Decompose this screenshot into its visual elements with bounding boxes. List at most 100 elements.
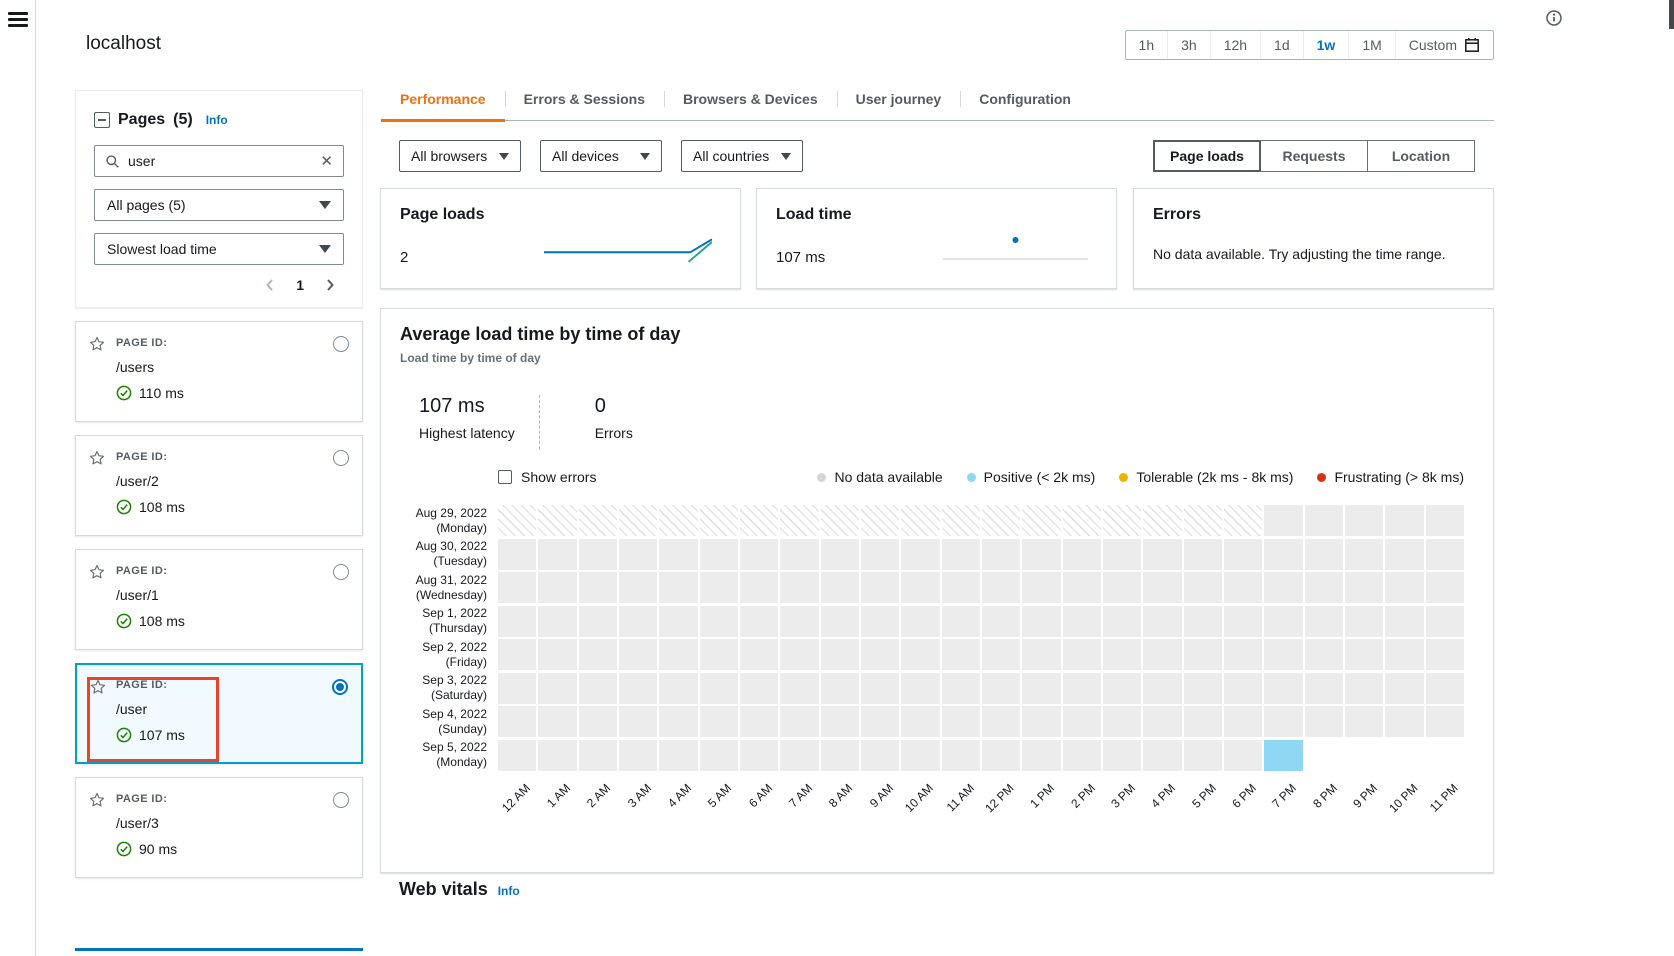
heatmap-cell [780, 538, 819, 570]
page-list-item[interactable]: PAGE ID: /user/2 108 ms [75, 435, 363, 536]
heatmap-cell [578, 639, 617, 670]
stats-divider [538, 395, 540, 449]
star-icon[interactable] [89, 564, 105, 580]
heatmap-cell [1223, 672, 1263, 704]
page-list-item-selected[interactable]: PAGE ID: /user 107 ms [75, 663, 363, 764]
custom-label: Custom [1408, 37, 1457, 53]
star-icon[interactable] [89, 336, 105, 352]
x-axis-label: 5 AM [705, 780, 735, 810]
heatmap-cell [1385, 505, 1424, 536]
page-radio-button[interactable] [333, 564, 349, 580]
browsers-filter-select[interactable]: All browsers [399, 140, 521, 172]
page-radio-button-selected[interactable] [332, 679, 348, 695]
countries-filter-select[interactable]: All countries [681, 140, 803, 172]
x-axis-label: 12 AM [499, 780, 534, 815]
time-option-3h[interactable]: 3h [1168, 31, 1211, 59]
tab-user-journey[interactable]: User journey [836, 78, 961, 120]
page-list-item[interactable]: PAGE ID: /user/3 90 ms [75, 777, 363, 878]
hamburger-menu-icon[interactable] [8, 12, 28, 28]
chevron-down-icon [319, 245, 331, 253]
heatmap-cell [820, 739, 859, 771]
heatmap-cell [1304, 639, 1343, 670]
heatmap-cell [820, 538, 859, 570]
time-option-custom[interactable]: Custom [1396, 31, 1493, 59]
heatmap-cell [820, 672, 859, 704]
heatmap: Aug 29, 2022 (Monday) Aug 30, 2022 (Tuesday… [400, 505, 1464, 827]
heatmap-cell [538, 538, 577, 570]
status-success-icon [116, 613, 132, 629]
heatmap-cell [699, 706, 738, 737]
show-errors-toggle[interactable]: Show errors [498, 469, 596, 485]
heatmap-cell [1062, 605, 1101, 637]
info-icon[interactable] [1546, 10, 1562, 26]
devices-filter-select[interactable]: All devices [540, 140, 662, 172]
heatmap-cell [1344, 706, 1384, 737]
heatmap-cell [538, 605, 577, 637]
tab-configuration[interactable]: Configuration [960, 78, 1090, 120]
heatmap-cell [1223, 706, 1263, 737]
page-list-item[interactable]: PAGE ID: /users 110 ms [75, 321, 363, 422]
heatmap-cell [1022, 572, 1061, 603]
toggle-location[interactable]: Location [1367, 140, 1475, 172]
heatmap-cell [860, 605, 900, 637]
tab-performance[interactable]: Performance [381, 78, 505, 122]
page-id-label: PAGE ID: [116, 337, 168, 349]
heatmap-cell [1143, 505, 1182, 536]
previous-page-button[interactable] [262, 277, 278, 293]
heatmap-cell [498, 505, 537, 536]
pages-search-input[interactable] [128, 153, 313, 169]
card-value: 2 [400, 249, 409, 266]
scrollbar-thumb[interactable] [1669, 0, 1674, 29]
heatmap-cell [941, 605, 980, 637]
heatmap-cell [901, 505, 940, 536]
toggle-page-loads[interactable]: Page loads [1153, 140, 1261, 172]
heatmap-cell [941, 572, 980, 603]
heatmap-cell [1305, 740, 1343, 771]
errors-count-value: 0 [594, 395, 606, 417]
card-title: Load time [776, 206, 852, 223]
star-icon[interactable] [89, 792, 105, 808]
page-latency: 110 ms [116, 385, 348, 401]
pages-info-link[interactable]: Info [206, 113, 228, 127]
web-vitals-info-link[interactable]: Info [498, 884, 520, 898]
star-icon[interactable] [90, 679, 106, 695]
next-page-button[interactable] [322, 277, 338, 293]
page-radio-button[interactable] [333, 450, 349, 466]
heatmap-row-label: Sep 1, 2022 (Thursday) [422, 606, 487, 635]
heatmap-cell [1183, 672, 1222, 704]
time-option-12h[interactable]: 12h [1211, 31, 1262, 59]
toggle-requests[interactable]: Requests [1260, 140, 1368, 172]
checkbox-icon[interactable] [498, 470, 512, 484]
page-radio-button[interactable] [333, 336, 349, 352]
clear-search-icon[interactable]: ✕ [320, 154, 333, 169]
errors-count-label: Errors [594, 425, 633, 441]
star-icon[interactable] [89, 450, 105, 466]
page-list-item[interactable]: PAGE ID: /user/1 108 ms [75, 549, 363, 650]
heatmap-cell [820, 706, 859, 737]
time-option-1h[interactable]: 1h [1126, 31, 1169, 59]
heatmap-cell [901, 605, 940, 637]
heatmap-cell [1102, 706, 1142, 737]
pages-filter-select[interactable]: All pages (5) [94, 189, 344, 221]
page-latency: 108 ms [116, 613, 348, 629]
x-axis-label: 10 AM [902, 780, 937, 815]
heatmap-cell [1102, 605, 1142, 637]
heatmap-cell [739, 672, 779, 704]
tab-browsers-devices[interactable]: Browsers & Devices [663, 78, 837, 120]
page-id-value: /user/1 [116, 587, 159, 603]
heatmap-cell [1183, 605, 1222, 637]
heatmap-cell [1022, 505, 1061, 536]
heatmap-cell [699, 639, 738, 670]
collapse-panel-icon[interactable] [94, 112, 110, 128]
x-axis-label: 4 AM [665, 780, 695, 810]
time-option-1d[interactable]: 1d [1261, 31, 1304, 59]
page-id-label: PAGE ID: [116, 565, 168, 577]
errors-card: Errors No data available. Try adjusting … [1133, 188, 1494, 289]
heatmap-cell [498, 672, 537, 704]
time-option-1M[interactable]: 1M [1349, 31, 1396, 59]
sort-order-select[interactable]: Slowest load time [94, 233, 344, 265]
page-radio-button[interactable] [333, 792, 349, 808]
tab-errors-sessions[interactable]: Errors & Sessions [504, 78, 664, 120]
time-option-1w[interactable]: 1w [1304, 31, 1350, 59]
heatmap-cell [1304, 538, 1343, 570]
